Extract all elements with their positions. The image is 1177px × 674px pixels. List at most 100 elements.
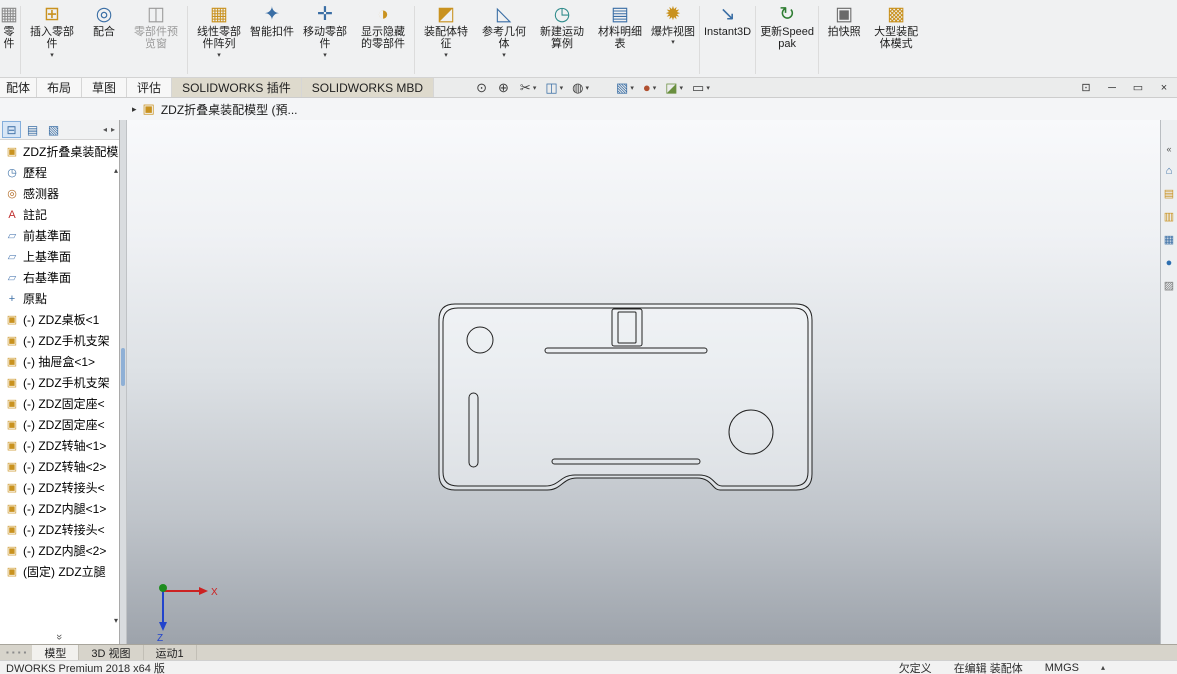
- minimize-button[interactable]: ─: [1099, 78, 1125, 97]
- tree-root[interactable]: ▣ ZDZ折叠桌装配模型: [0, 141, 119, 162]
- close-button[interactable]: ×: [1151, 78, 1177, 97]
- ribbon-button-show-hidden-components[interactable]: ◑ 显示隐藏的零部件: [354, 3, 412, 52]
- tree-item-component-fixed[interactable]: ▣ (固定) ZDZ立腿: [0, 561, 119, 582]
- tree-item-component[interactable]: ▣ (-) ZDZ内腿<1>: [0, 498, 119, 519]
- ribbon-button-new-motion-study[interactable]: ◷ 新建运动算例: [533, 3, 591, 52]
- view-orientation-button[interactable]: ▧ ▾: [616, 80, 634, 96]
- zoom-fit-button[interactable]: ⊙: [476, 80, 489, 96]
- scroll-right-icon[interactable]: ▸: [111, 125, 115, 134]
- tree-item-right-plane[interactable]: ▱ 右基準面: [0, 267, 119, 288]
- section-view-button[interactable]: ✂ ▾: [520, 80, 536, 96]
- ribbon-button-take-snapshot[interactable]: ▣ 拍快照: [821, 3, 867, 39]
- tab-motion-study-1[interactable]: 运动1: [144, 645, 197, 660]
- scroll-left-icon[interactable]: ◂: [103, 125, 107, 134]
- ribbon-button-bill-of-materials[interactable]: ▤ 材料明细表: [591, 3, 649, 52]
- tree-item-component[interactable]: ▣ (-) ZDZ手机支架: [0, 330, 119, 351]
- resources-icon[interactable]: ⌂: [1166, 165, 1173, 177]
- tree-item-annotations[interactable]: A 註記: [0, 204, 119, 225]
- tab-layout[interactable]: 布局: [37, 78, 83, 97]
- ribbon-button-component-preview[interactable]: ◫ 零部件预览窗: [127, 3, 185, 52]
- mini-icon[interactable]: ▪: [18, 648, 21, 657]
- tree-item-component[interactable]: ▣ (-) ZDZ转接头<: [0, 477, 119, 498]
- tree-item-component[interactable]: ▣ (-) ZDZ手机支架: [0, 372, 119, 393]
- configurationmanager-tab[interactable]: ▧: [44, 121, 63, 138]
- design-library-icon[interactable]: ▤: [1164, 188, 1174, 200]
- tree-item-component[interactable]: ▣ (-) ZDZ固定座<: [0, 393, 119, 414]
- bill-of-materials-icon: ▤: [611, 4, 629, 25]
- property-icon: ▤: [26, 122, 39, 137]
- tree-item-component[interactable]: ▣ (-) ZDZ转轴<2>: [0, 456, 119, 477]
- ribbon-button-mate[interactable]: ◎ 配合: [81, 3, 127, 39]
- ribbon-button-instant3d[interactable]: ↘ Instant3D: [702, 3, 753, 39]
- tree-item-component[interactable]: ▣ (-) ZDZ桌板<1: [0, 309, 119, 330]
- breadcrumb-title: ZDZ折叠桌装配模型 (預...: [160, 102, 298, 117]
- tree-item-component[interactable]: ▣ (-) ZDZ内腿<2>: [0, 540, 119, 561]
- apply-scene-button[interactable]: ◪ ▾: [665, 80, 683, 96]
- part-outline[interactable]: [438, 303, 813, 491]
- hide-show-items-button[interactable]: ◍ ▾: [572, 80, 589, 96]
- display-style-button[interactable]: ◫ ▾: [545, 80, 563, 96]
- graphics-area[interactable]: X Z: [127, 120, 1160, 644]
- ribbon-button-insert-component[interactable]: ⊞ 插入零部件 ▾: [23, 3, 81, 61]
- tree-item-front-plane[interactable]: ▱ 前基準面: [0, 225, 119, 246]
- panel-expand-chevron[interactable]: »: [0, 629, 119, 644]
- units-selector[interactable]: MMGS: [1045, 662, 1079, 674]
- tree-item-component[interactable]: ▣ (-) ZDZ转轴<1>: [0, 435, 119, 456]
- units-caret-icon[interactable]: ▴: [1101, 663, 1105, 672]
- ribbon-button-smart-fasteners[interactable]: ✦ 智能扣件: [248, 3, 296, 39]
- tree-item-label: (-) ZDZ转接头<: [23, 481, 105, 495]
- view-palette-icon[interactable]: ▦: [1164, 234, 1174, 246]
- tree-item-component[interactable]: ▣ (-) ZDZ固定座<: [0, 414, 119, 435]
- ribbon-button-reference-geometry[interactable]: ◺ 参考几何体 ▾: [475, 3, 533, 61]
- ribbon-button-update-speedpak[interactable]: ↻ 更新Speedpak: [758, 3, 816, 52]
- ribbon-button-edit-component[interactable]: ▦ 零件: [0, 3, 18, 52]
- tree-item-history[interactable]: ◷ 歷程: [0, 162, 119, 183]
- restore-button[interactable]: ▭: [1125, 78, 1151, 97]
- breadcrumb-expander[interactable]: ▸: [132, 104, 137, 115]
- tab-evaluate[interactable]: 评估: [127, 78, 173, 97]
- tree-item-sensors[interactable]: ◎ 感测器: [0, 183, 119, 204]
- tab-sketch[interactable]: 草图: [82, 78, 128, 97]
- mini-icon[interactable]: ▪: [6, 648, 9, 657]
- dropdown-arrow-icon: ▾: [532, 84, 537, 92]
- ribbon-button-exploded-view[interactable]: ✹ 爆炸视图 ▾: [649, 3, 697, 48]
- tree-scroll-up-icon[interactable]: ▴: [114, 166, 118, 175]
- custom-properties-icon[interactable]: ▨: [1164, 280, 1174, 292]
- zoom-area-button[interactable]: ⊕: [498, 80, 511, 96]
- tab-assembly[interactable]: 配体: [0, 78, 38, 97]
- dropdown-arrow-icon: ▾: [652, 84, 657, 92]
- mini-icon[interactable]: ▪: [12, 648, 15, 657]
- tree-item-origin[interactable]: + 原點: [0, 288, 119, 309]
- configurations-icon: ▧: [47, 122, 60, 137]
- appearances-icon[interactable]: ●: [1166, 257, 1173, 269]
- tree-scroll-down-icon[interactable]: ▾: [114, 616, 118, 625]
- mini-icon[interactable]: ▪: [24, 648, 27, 657]
- task-pane-collapse-icon[interactable]: «: [1166, 144, 1171, 154]
- tree-item-top-plane[interactable]: ▱ 上基準面: [0, 246, 119, 267]
- tree-item-component[interactable]: ▣ (-) ZDZ转接头<: [0, 519, 119, 540]
- propertymanager-tab[interactable]: ▤: [23, 121, 42, 138]
- tree-item-label: 感测器: [23, 187, 60, 201]
- panel-splitter[interactable]: [120, 120, 127, 644]
- dropdown-arrow-icon: ▾: [706, 84, 710, 92]
- ribbon-button-large-assembly-mode[interactable]: ▩ 大型装配体模式: [867, 3, 925, 52]
- edit-appearance-button[interactable]: ● ▾: [643, 80, 656, 95]
- ribbon-button-move-component[interactable]: ✛ 移动零部件 ▾: [296, 3, 354, 61]
- close-icon: ×: [1160, 81, 1168, 94]
- tab-solidworks-addins[interactable]: SOLIDWORKS 插件: [172, 78, 302, 97]
- triad-x-arrowhead: [199, 587, 208, 595]
- featuremanager-tree-tab[interactable]: ⊟: [2, 121, 21, 138]
- move-component-icon: ✛: [317, 4, 333, 25]
- view-settings-button[interactable]: ▭ ▾: [692, 80, 710, 96]
- tab-3d-views[interactable]: 3D 视图: [79, 645, 144, 660]
- ribbon-button-linear-pattern[interactable]: ▦ 线性零部件阵列 ▾: [190, 3, 248, 61]
- tab-model[interactable]: 模型: [32, 645, 80, 660]
- tree-item-label: (-) ZDZ内腿<1>: [23, 502, 107, 516]
- dock-button[interactable]: ⊡: [1073, 78, 1099, 97]
- tree-item-component[interactable]: ▣ (-) 抽屉盒<1>: [0, 351, 119, 372]
- ribbon-button-assembly-features[interactable]: ◩ 装配体特征 ▾: [417, 3, 475, 61]
- solidworks-window: ▦ 零件 ⊞ 插入零部件 ▾ ◎ 配合 ◫ 零部件预览窗 ▦ 线性零部件阵列 ▾…: [0, 0, 1177, 674]
- part-drawing[interactable]: [438, 303, 813, 491]
- file-explorer-icon[interactable]: ▥: [1164, 211, 1174, 223]
- tab-solidworks-mbd[interactable]: SOLIDWORKS MBD: [301, 78, 435, 97]
